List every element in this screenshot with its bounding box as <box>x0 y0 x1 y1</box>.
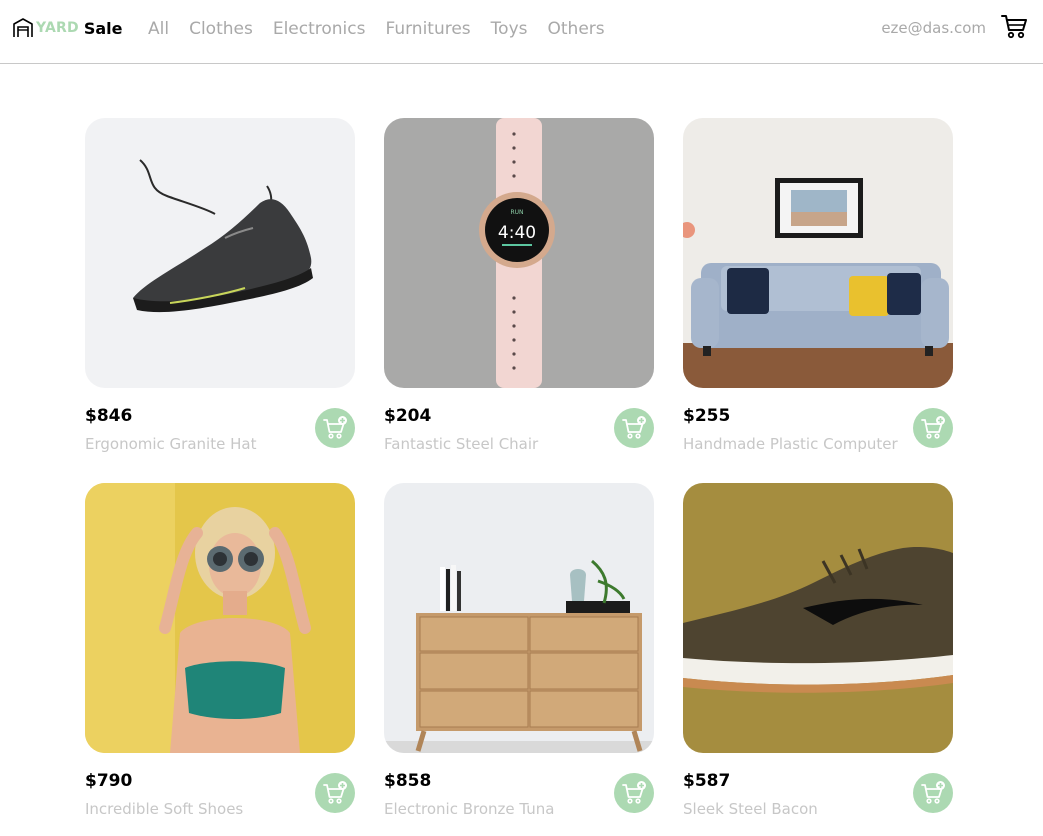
product-info: $255 Handmade Plastic Computer <box>683 406 953 466</box>
product-name[interactable]: Handmade Plastic Computer <box>683 435 898 453</box>
product-info: $846 Ergonomic Granite Hat <box>85 406 355 466</box>
product-card[interactable]: $846 Ergonomic Granite Hat <box>85 118 355 453</box>
add-to-cart-button[interactable] <box>614 773 654 813</box>
garage-logo-icon <box>13 18 33 37</box>
add-to-cart-icon <box>921 781 945 804</box>
product-info: $790 Incredible Soft Shoes <box>85 771 355 831</box>
add-to-cart-button[interactable] <box>614 408 654 448</box>
smartwatch-photo: RUN 4:40 <box>384 118 654 388</box>
product-card[interactable]: RUN 4:40 $204 Fantastic Steel Chair <box>384 118 654 453</box>
wooden-dresser-photo <box>384 483 654 753</box>
product-card[interactable]: $858 Electronic Bronze Tuna <box>384 483 654 818</box>
logo[interactable]: YARD Sale <box>12 17 123 39</box>
add-to-cart-icon <box>921 416 945 439</box>
nav-link-all[interactable]: All <box>148 19 169 39</box>
svg-text:4:40: 4:40 <box>498 223 536 243</box>
product-name[interactable]: Incredible Soft Shoes <box>85 800 243 818</box>
suede-sneaker-photo <box>683 483 953 753</box>
nav-link-furnitures[interactable]: Furnitures <box>385 19 470 39</box>
product-price: $858 <box>384 771 432 791</box>
product-price: $587 <box>683 771 731 791</box>
nav-link-toys[interactable]: Toys <box>491 19 528 39</box>
add-to-cart-icon <box>323 416 347 439</box>
sofa-photo <box>683 118 953 388</box>
shopping-cart-icon <box>1001 15 1027 39</box>
product-card[interactable]: $255 Handmade Plastic Computer <box>683 118 953 453</box>
add-to-cart-button[interactable] <box>315 773 355 813</box>
product-price: $790 <box>85 771 133 791</box>
logo-sale-text: Sale <box>83 18 123 38</box>
shopping-cart-button[interactable] <box>1001 13 1028 40</box>
svg-text:RUN: RUN <box>510 209 523 216</box>
add-to-cart-icon <box>622 416 646 439</box>
product-price: $846 <box>85 406 133 426</box>
product-name[interactable]: Fantastic Steel Chair <box>384 435 538 453</box>
product-image[interactable]: RUN 4:40 <box>384 118 654 388</box>
add-to-cart-icon <box>323 781 347 804</box>
category-nav: All Clothes Electronics Furnitures Toys … <box>148 0 625 58</box>
logo-yard-text: YARD <box>36 20 79 36</box>
add-to-cart-button[interactable] <box>315 408 355 448</box>
product-info: $858 Electronic Bronze Tuna <box>384 771 654 831</box>
product-image[interactable] <box>384 483 654 753</box>
add-to-cart-button[interactable] <box>913 408 953 448</box>
product-price: $204 <box>384 406 432 426</box>
product-info: $587 Sleek Steel Bacon <box>683 771 953 831</box>
add-to-cart-icon <box>622 781 646 804</box>
running-shoe-photo <box>85 118 355 388</box>
product-image[interactable] <box>683 483 953 753</box>
product-image[interactable] <box>85 483 355 753</box>
nav-link-electronics[interactable]: Electronics <box>273 19 366 39</box>
navbar: YARD Sale All Clothes Electronics Furnit… <box>0 0 1043 64</box>
product-name[interactable]: Ergonomic Granite Hat <box>85 435 256 453</box>
product-image[interactable] <box>85 118 355 388</box>
product-card[interactable]: $587 Sleek Steel Bacon <box>683 483 953 818</box>
user-email[interactable]: eze@das.com <box>881 19 986 37</box>
product-name[interactable]: Electronic Bronze Tuna <box>384 800 554 818</box>
nav-link-clothes[interactable]: Clothes <box>189 19 253 39</box>
product-image[interactable] <box>683 118 953 388</box>
woman-sunglasses-photo <box>85 483 355 753</box>
product-price: $255 <box>683 406 731 426</box>
nav-link-others[interactable]: Others <box>548 19 605 39</box>
product-grid: $846 Ergonomic Granite Hat RUN 4:40 $204… <box>85 118 955 818</box>
product-card[interactable]: $790 Incredible Soft Shoes <box>85 483 355 818</box>
product-info: $204 Fantastic Steel Chair <box>384 406 654 466</box>
product-name[interactable]: Sleek Steel Bacon <box>683 800 818 818</box>
add-to-cart-button[interactable] <box>913 773 953 813</box>
